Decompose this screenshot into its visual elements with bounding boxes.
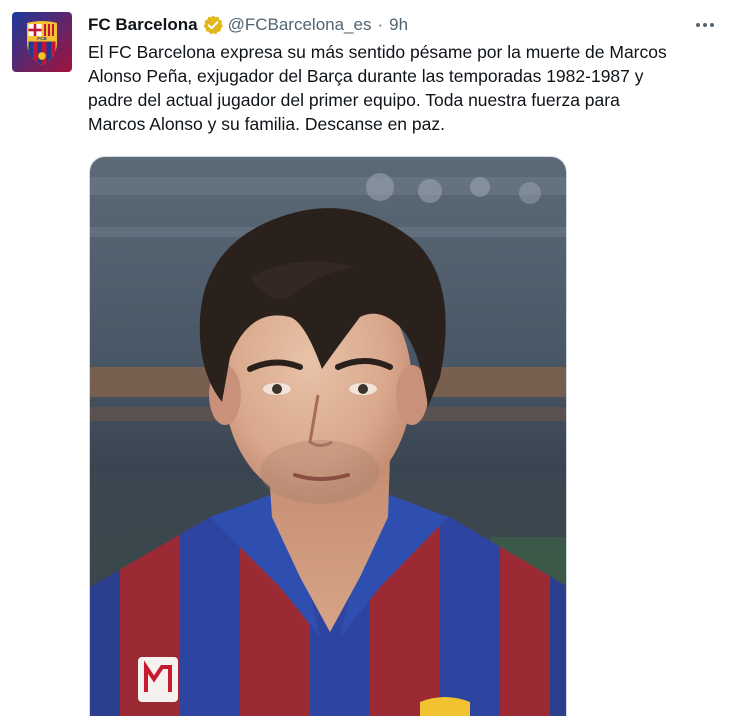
timestamp[interactable]: 9h: [389, 15, 408, 35]
tweet-card: FCB FC Barcelona @FCBarcelona_es · 9h El…: [0, 0, 732, 716]
tweet-text: El FC Barcelona expresa su más sentido p…: [88, 40, 720, 136]
more-horizontal-icon[interactable]: [692, 12, 718, 38]
separator-dot: ·: [377, 15, 384, 34]
user-handle[interactable]: @FCBarcelona_es: [228, 15, 372, 35]
crest-letters: FCB: [37, 36, 47, 41]
fcb-crest-icon: FCB: [12, 12, 72, 72]
verified-badge-icon[interactable]: [202, 14, 224, 36]
tweet-text-line: Marcos Alonso y su familia. Descanse en …: [88, 114, 445, 134]
tweet-text-line: El FC Barcelona expresa su más sentido p…: [88, 42, 667, 62]
display-name[interactable]: FC Barcelona: [88, 15, 198, 35]
tweet-photo[interactable]: [89, 156, 567, 716]
tweet-header: FC Barcelona @FCBarcelona_es · 9h: [88, 12, 408, 38]
avatar[interactable]: FCB: [12, 12, 72, 72]
tweet-text-line: padre del actual jugador del primer equi…: [88, 90, 620, 110]
player-portrait-image: [90, 157, 566, 716]
tweet-text-line: Alonso Peña, exjugador del Barça durante…: [88, 66, 644, 86]
